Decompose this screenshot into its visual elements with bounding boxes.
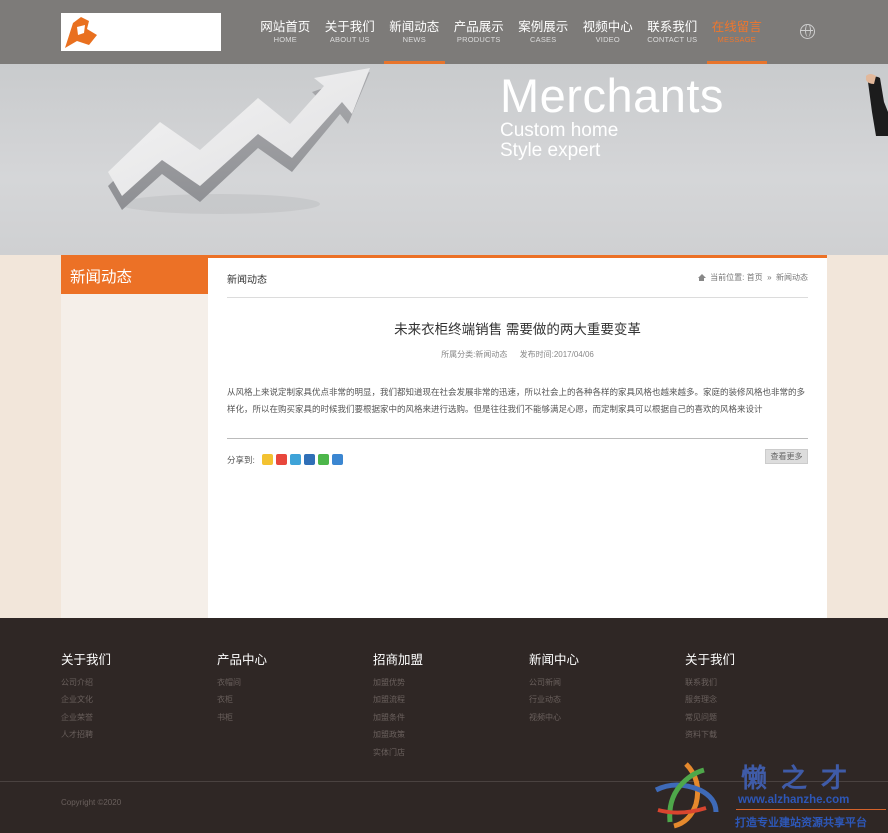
renren-icon[interactable] [304,454,315,465]
banner-subtitle-line-2: Style expert [500,140,601,161]
nav-label-cn: 联系我们 [647,20,698,34]
logo-mark-icon [65,17,97,48]
article-date: 发布时间:2017/04/06 [519,350,594,359]
view-more-button[interactable]: 查看更多 [765,449,808,464]
article-panel: 新闻动态 当前位置: 首页 » 新闻动态 未来衣柜终端销售 需要做的两大重要变革… [208,255,827,618]
footer-link[interactable]: 公司介绍 [61,674,111,691]
footer-column-about: 关于我们 公司介绍 企业文化 企业荣誉 人才招聘 [61,649,111,744]
sidebar: 新闻动态 [61,255,208,618]
more-share-icon[interactable] [332,454,343,465]
nav-label-cn: 产品展示 [453,20,504,34]
footer-link[interactable]: 加盟条件 [373,709,423,726]
watermark-slogan: 打造专业建站资源共享平台 [735,817,867,829]
nav-item-cases[interactable]: 案例展示 CASES [511,0,576,64]
nav-label-cn: 视频中心 [582,20,633,34]
footer-link[interactable]: 企业文化 [61,691,111,708]
nav-label-cn: 案例展示 [518,20,569,34]
footer-column-title: 关于我们 [685,653,736,667]
growth-arrow-icon [108,68,370,214]
breadcrumb-home-link[interactable]: 首页 [747,273,763,282]
section-header: 新闻动态 当前位置: 首页 » 新闻动态 [227,258,808,298]
tencent-weibo-icon[interactable] [290,454,301,465]
banner-subtitle-line-1: Custom home [500,120,619,141]
nav-item-home[interactable]: 网站首页 HOME [253,0,318,64]
nav-label-en: CASES [530,35,557,44]
section-title: 新闻动态 [227,275,267,286]
footer-link[interactable]: 加盟优势 [373,674,423,691]
footer-column-title: 招商加盟 [373,653,424,667]
home-icon [697,274,706,281]
nav-item-about[interactable]: 关于我们 ABOUT US [318,0,383,64]
nav-label-cn: 关于我们 [324,20,375,34]
nav-item-news[interactable]: 新闻动态 NEWS [382,0,447,64]
weibo-icon[interactable] [276,454,287,465]
site-header: 网站首页 HOME 关于我们 ABOUT US 新闻动态 NEWS 产品展示 P… [0,0,888,64]
footer-link[interactable]: 行业动态 [529,691,579,708]
footer-link[interactable]: 资料下载 [685,726,735,743]
sidebar-title: 新闻动态 [61,255,208,294]
footer-column-title: 新闻中心 [529,653,580,667]
footer-link[interactable]: 书柜 [217,709,267,726]
nav-item-video[interactable]: 视频中心 VIDEO [576,0,641,64]
banner-subtitle: Custom home Style expert [500,121,618,161]
footer-column-products: 产品中心 衣帽间 衣柜 书柜 [217,649,267,726]
nav-item-products[interactable]: 产品展示 PRODUCTS [447,0,512,64]
breadcrumb-prefix: 当前位置: [710,273,745,282]
share-bar: 分享到: 查看更多 [227,438,808,470]
footer-link[interactable]: 人才招聘 [61,726,111,743]
footer-link[interactable]: 公司新闻 [529,674,579,691]
share-icons [262,454,343,465]
banner-title: Merchants [500,69,724,122]
footer-link[interactable]: 加盟政策 [373,726,423,743]
nav-label-en: PRODUCTS [456,35,501,44]
article-body: 从风格上来说定制家具优点非常的明显，我们都知道现在社会发展非常的迅速，所以社会上… [227,387,806,414]
footer-column-franchise: 招商加盟 加盟优势 加盟流程 加盟条件 加盟政策 实体门店 [373,649,423,761]
nav-label-cn: 网站首页 [260,20,311,34]
nav-label-en: NEWS [402,35,426,44]
footer-link[interactable]: 衣柜 [217,691,267,708]
watermark-star-logo-icon [654,762,719,829]
watermark-brand: 懒之才 [741,764,862,794]
wechat-icon[interactable] [318,454,329,465]
footer-link[interactable]: 常见问题 [685,709,735,726]
nav-label-cn: 新闻动态 [389,20,440,34]
nav-label-en: VIDEO [595,35,620,44]
main-nav: 网站首页 HOME 关于我们 ABOUT US 新闻动态 NEWS 产品展示 P… [253,0,769,64]
nav-label-en: HOME [273,35,297,44]
nav-label-cn: 在线留言 [711,20,762,34]
footer-link[interactable]: 衣帽间 [217,674,267,691]
footer-link[interactable]: 视频中心 [529,709,579,726]
footer-link[interactable]: 加盟流程 [373,691,423,708]
footer-column-news: 新闻中心 公司新闻 行业动态 视频中心 [529,649,579,726]
footer-link[interactable]: 服务理念 [685,691,735,708]
breadcrumb-separator: » [767,273,772,282]
watermark-url: www.alzhanzhe.com [738,794,850,806]
article-title: 未来衣柜终端销售 需要做的两大重要变革 [394,322,641,337]
article-category: 所属分类:新闻动态 [441,350,508,359]
nav-item-message[interactable]: 在线留言 MESSAGE [705,0,770,64]
language-globe-icon[interactable] [800,24,815,39]
watermark: 懒之才 www.alzhanzhe.com 打造专业建站资源共享平台 [650,758,888,833]
nav-label-en: MESSAGE [717,35,756,44]
qzone-icon[interactable] [262,454,273,465]
businessman-hand-image [866,74,888,136]
hero-banner: Merchants Custom home Style expert [0,64,888,255]
breadcrumb: 当前位置: 首页 » 新闻动态 [697,272,808,283]
watermark-divider [736,809,886,810]
copyright-text: Copyright ©2020 [61,798,122,807]
footer-column-contact: 关于我们 联系我们 服务理念 常见问题 资料下载 [685,649,735,744]
nav-label-en: CONTACT US [647,35,698,44]
footer-link[interactable]: 企业荣誉 [61,709,111,726]
footer-link[interactable]: 实体门店 [373,744,423,761]
site-logo[interactable] [61,13,221,51]
breadcrumb-current-link[interactable]: 新闻动态 [776,273,808,282]
footer-column-title: 关于我们 [61,653,112,667]
article-meta: 所属分类:新闻动态 发布时间:2017/04/06 [208,349,827,360]
footer-link[interactable]: 联系我们 [685,674,735,691]
nav-label-en: ABOUT US [329,35,370,44]
footer-column-title: 产品中心 [217,653,268,667]
share-label: 分享到: [227,455,255,465]
nav-item-contact[interactable]: 联系我们 CONTACT US [640,0,705,64]
